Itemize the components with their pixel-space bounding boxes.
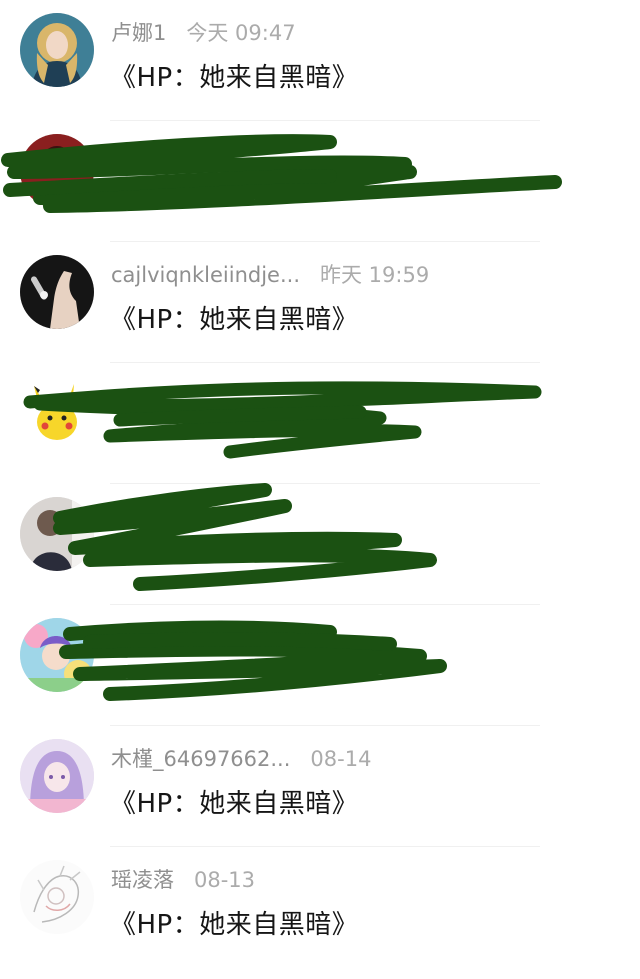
message-text[interactable]: 《HP：她来自黑暗》 [110, 299, 358, 336]
avatar[interactable] [20, 739, 94, 813]
avatar[interactable] [20, 860, 94, 934]
list-item[interactable]: cajlviqnkleiindje... 昨天 19:59 《HP：她来自黑暗》 [0, 242, 640, 363]
message-time: 08-13 [194, 868, 256, 892]
avatar[interactable] [20, 497, 94, 571]
message-time: 今天 09:47 [186, 21, 296, 45]
avatar[interactable] [20, 134, 94, 208]
sender-name[interactable]: cajlviqnkleiindje... [111, 263, 300, 287]
message-time: 昨天 19:59 [320, 263, 430, 287]
message-time: 08-14 [310, 747, 372, 771]
list-item[interactable]: 木槿_64697662... 08-14 《HP：她来自黑暗》 [0, 726, 640, 847]
message-meta: 木槿_64697662... 08-14 [111, 743, 371, 771]
avatar[interactable] [20, 13, 94, 87]
sender-name[interactable]: 木槿_64697662... [111, 747, 290, 771]
message-list: 卢娜1今天 09:47 《HP：她来自黑暗》 cajlviqnkleiindj [0, 0, 640, 979]
message-text[interactable]: 《HP：她来自黑暗》 [110, 904, 358, 941]
message-meta: cajlviqnkleiindje... 昨天 19:59 [111, 259, 429, 287]
list-item[interactable]: 瑶凌落 08-13 《HP：她来自黑暗》 [0, 847, 640, 968]
sender-name[interactable]: 卢娜1 [111, 21, 166, 45]
sender-name[interactable]: 瑶凌落 [111, 868, 174, 892]
list-item[interactable] [0, 121, 640, 242]
list-item[interactable] [0, 605, 640, 726]
message-text[interactable]: 《HP：她来自黑暗》 [110, 783, 358, 820]
message-meta: 卢娜1 今天 09:47 [111, 17, 296, 45]
message-text[interactable]: 《HP：她来自黑暗》 [110, 57, 358, 94]
list-item[interactable]: 卢娜1 今天 09:47 《HP：她来自黑暗》 [0, 0, 640, 121]
list-item[interactable] [0, 363, 640, 484]
avatar[interactable] [20, 618, 94, 692]
avatar[interactable] [20, 376, 94, 450]
message-meta: 瑶凌落 08-13 [111, 864, 255, 892]
list-item[interactable] [0, 484, 640, 605]
avatar[interactable] [20, 255, 94, 329]
